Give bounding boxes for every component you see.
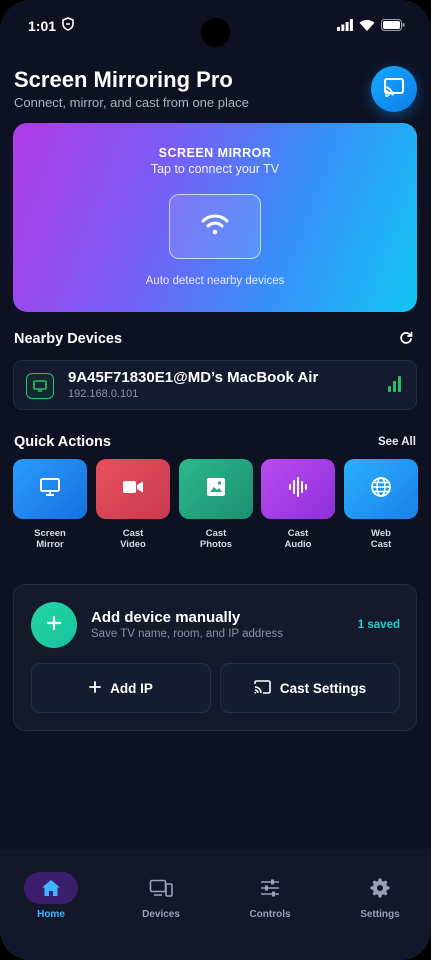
- sliders-icon: [225, 872, 315, 904]
- wifi-icon: [359, 18, 375, 36]
- cast-settings-label: Cast Settings: [279, 680, 367, 696]
- nav-label: Devices: [142, 909, 180, 920]
- image-icon: [206, 477, 226, 502]
- plus-icon: [89, 680, 102, 696]
- quick-action-web-cast[interactable]: Web Cast: [344, 459, 418, 550]
- devices-icon: [116, 872, 206, 904]
- nav-label: Settings: [360, 909, 400, 920]
- quick-action-label: Cast Video: [120, 528, 146, 550]
- quick-actions-heading: Quick Actions: [14, 434, 111, 450]
- quick-action-label: Web Cast: [370, 528, 392, 550]
- shield-icon: [62, 17, 74, 36]
- monitor-icon: [39, 477, 61, 502]
- status-bar: 1:01: [0, 0, 431, 52]
- nav-item-settings[interactable]: Settings: [335, 872, 425, 920]
- quick-action-cast-audio[interactable]: Cast Audio: [261, 459, 335, 550]
- quick-action-tile[interactable]: [344, 459, 418, 519]
- nav-item-devices[interactable]: Devices: [116, 872, 206, 920]
- add-device-title: Add device manually: [91, 609, 241, 626]
- quick-action-tile[interactable]: [261, 459, 335, 519]
- add-ip-button[interactable]: Add IP: [31, 663, 211, 713]
- nav-label: Controls: [249, 909, 291, 920]
- quick-action-label: Screen Mirror: [34, 528, 66, 550]
- wifi-icon: [200, 212, 230, 241]
- add-device-button[interactable]: [31, 602, 77, 648]
- hero-note: Auto detect nearby devices: [145, 275, 285, 287]
- status-icons: [337, 18, 405, 36]
- tv-icon: [26, 373, 54, 399]
- quick-action-tile[interactable]: [179, 459, 253, 519]
- device-name: 9A45F71830E1@MD’s MacBook Air: [68, 369, 319, 386]
- add-device-card: Add device manually Save TV name, room, …: [13, 584, 417, 731]
- refresh-icon[interactable]: [399, 331, 413, 350]
- globe-icon: [370, 476, 392, 503]
- signal-strength-icon: [388, 376, 402, 397]
- video-camera-icon: [122, 479, 144, 500]
- nav-item-home[interactable]: Home: [6, 872, 96, 920]
- nav-item-controls[interactable]: Controls: [225, 872, 315, 920]
- saved-badge[interactable]: 1 saved: [358, 619, 400, 631]
- see-all-link[interactable]: See All: [378, 436, 416, 448]
- quick-action-tile[interactable]: [96, 459, 170, 519]
- add-ip-label: Add IP: [110, 680, 153, 696]
- nav-label: Home: [37, 909, 65, 920]
- page-subtitle: Connect, mirror, and cast from one place: [14, 95, 249, 110]
- battery-icon: [381, 18, 405, 36]
- front-camera: [201, 18, 230, 47]
- add-device-subtitle: Save TV name, room, and IP address: [91, 628, 283, 640]
- quick-action-cast-video[interactable]: Cast Video: [96, 459, 170, 550]
- audio-wave-icon: [287, 476, 309, 503]
- cast-settings-button[interactable]: Cast Settings: [220, 663, 400, 713]
- gear-icon: [335, 872, 425, 904]
- bottom-navigation: Home Devices Controls Settings: [0, 850, 431, 960]
- hero-title: SCREEN MIRROR: [158, 146, 272, 160]
- cast-button[interactable]: [371, 66, 417, 112]
- device-ip: 192.168.0.101: [68, 388, 139, 400]
- page-title: Screen Mirroring Pro: [14, 67, 233, 92]
- screen-mirror-card[interactable]: SCREEN MIRROR Tap to connect your TV Aut…: [13, 123, 417, 312]
- plus-icon: [46, 615, 62, 636]
- connect-button[interactable]: [169, 194, 261, 259]
- home-icon: [24, 872, 78, 904]
- quick-action-label: Cast Audio: [284, 528, 312, 550]
- cellular-signal-icon: [337, 18, 353, 36]
- quick-action-label: Cast Photos: [199, 528, 233, 550]
- phone-screen: 1:01 Screen Mirroring Pro Connect, mirro…: [0, 0, 431, 960]
- device-list-item[interactable]: 9A45F71830E1@MD’s MacBook Air 192.168.0.…: [13, 360, 417, 410]
- nearby-devices-heading: Nearby Devices: [14, 331, 123, 347]
- cast-icon: [382, 76, 406, 103]
- quick-action-cast-photos[interactable]: Cast Photos: [179, 459, 253, 550]
- quick-action-tile[interactable]: [13, 459, 87, 519]
- quick-action-screen-mirror[interactable]: Screen Mirror: [13, 459, 87, 550]
- cast-icon: [254, 679, 271, 697]
- hero-subtitle: Tap to connect your TV: [150, 162, 280, 176]
- status-time: 1:01: [28, 18, 57, 34]
